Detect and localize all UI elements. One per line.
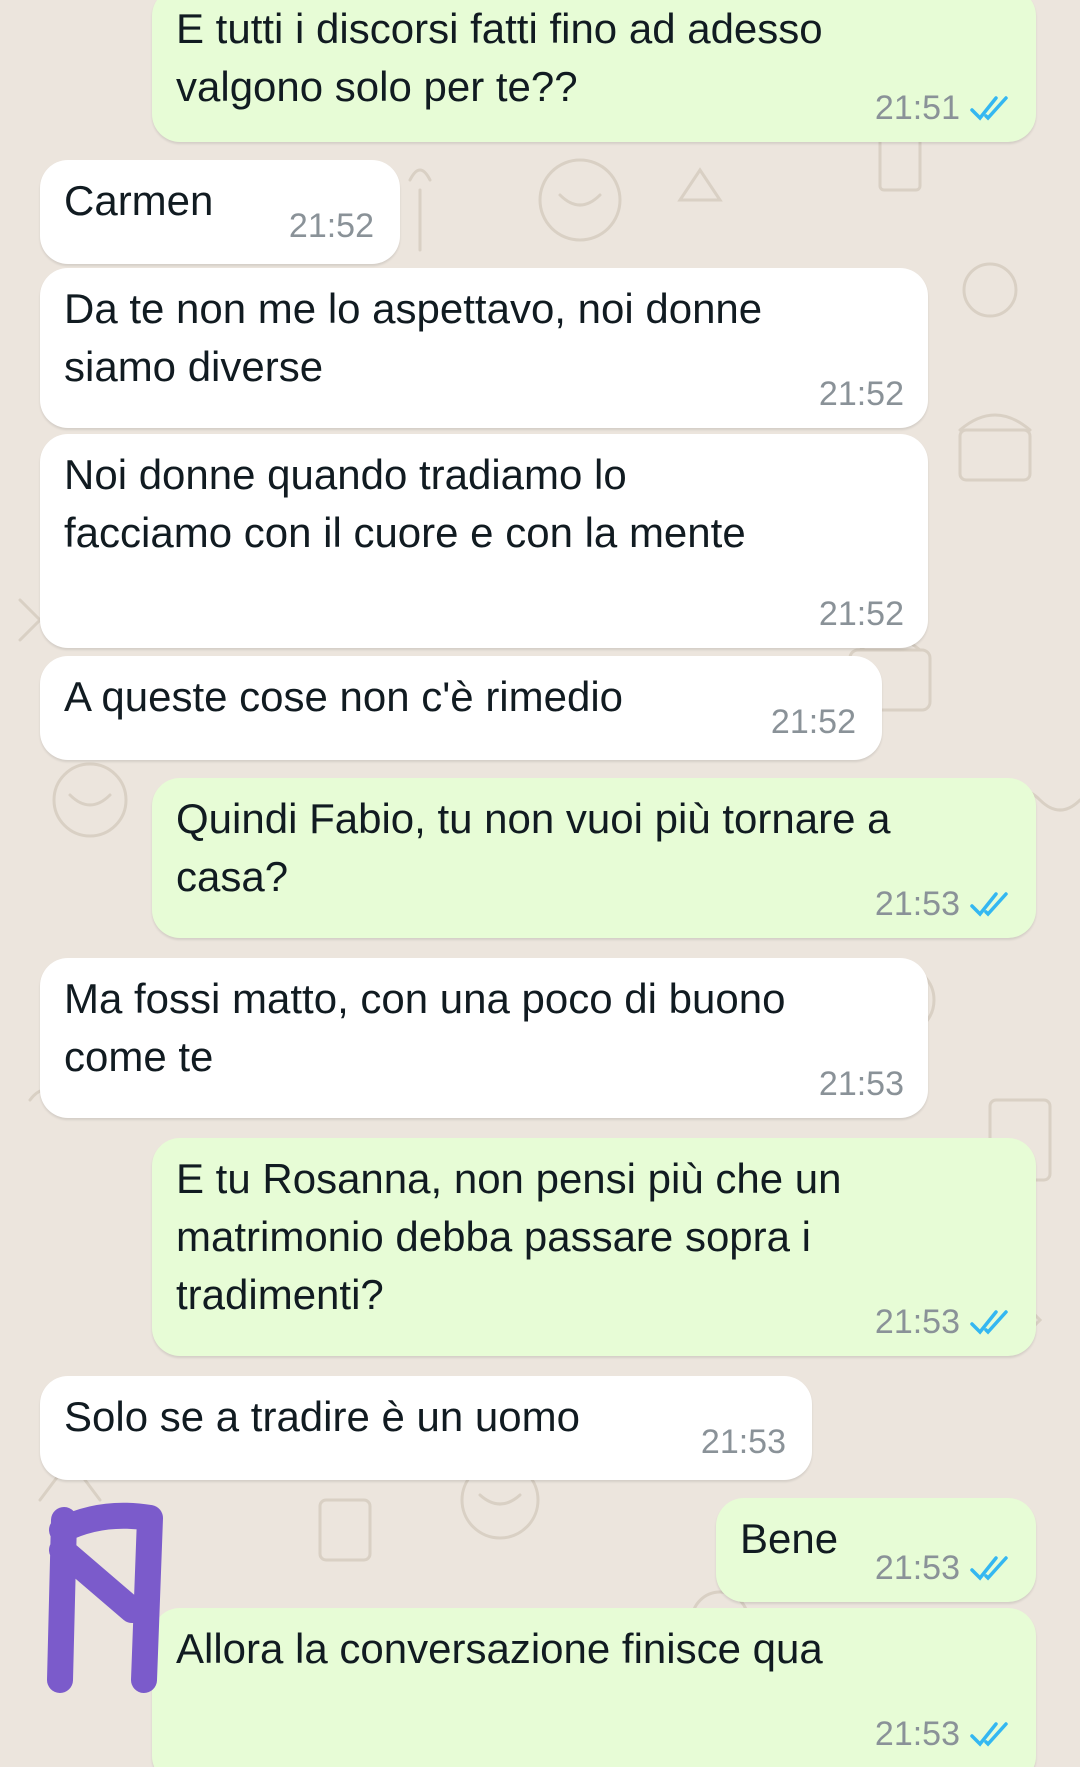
message-time: 21:52: [770, 703, 856, 741]
message-bubble-outgoing[interactable]: Quindi Fabio, tu non vuoi più tornare a …: [152, 778, 1036, 938]
message-time: 21:53: [874, 1549, 960, 1587]
message-bubble-incoming[interactable]: Ma fossi matto, con una poco di buono co…: [40, 958, 928, 1118]
message-time: 21:53: [874, 885, 960, 923]
message-text: A queste cose non c'è rimedio: [64, 673, 624, 720]
message-time: 21:51: [874, 89, 960, 127]
message-meta: 21:52: [819, 595, 904, 634]
message-text: E tu Rosanna, non pensi più che un matri…: [176, 1155, 842, 1318]
message-bubble-outgoing[interactable]: E tu Rosanna, non pensi più che un matri…: [152, 1138, 1036, 1356]
message-bubble-outgoing[interactable]: Bene 21:53: [716, 1498, 1036, 1602]
message-bubble-incoming[interactable]: Da te non me lo aspettavo, noi donne sia…: [40, 268, 928, 428]
message-time: 21:53: [874, 1715, 960, 1753]
message-text: Da te non me lo aspettavo, noi donne sia…: [64, 285, 763, 390]
purple-scribble-mark: [47, 1502, 163, 1693]
message-text: Solo se a tradire è un uomo: [64, 1393, 580, 1440]
message-bubble-outgoing[interactable]: Allora la conversazione finisce qua 21:5…: [152, 1608, 1036, 1767]
double-check-read-icon: [970, 1721, 1008, 1747]
message-meta: 21:53: [875, 885, 1014, 924]
message-meta: 21:53: [701, 1423, 786, 1462]
chat-window: E tutti i discorsi fatti fino ad adesso …: [0, 0, 1080, 1767]
message-bubble-incoming[interactable]: Carmen 21:52: [40, 160, 400, 264]
message-time: 21:53: [818, 1065, 904, 1103]
message-time: 21:53: [700, 1423, 786, 1461]
message-meta: 21:53: [819, 1065, 904, 1104]
double-check-read-icon: [970, 95, 1008, 121]
message-time: 21:52: [818, 375, 904, 413]
message-time: 21:52: [288, 207, 374, 245]
message-text: Ma fossi matto, con una poco di buono co…: [64, 975, 786, 1080]
message-bubble-incoming[interactable]: A queste cose non c'è rimedio 21:52: [40, 656, 882, 760]
message-meta: 21:53: [875, 1715, 1014, 1754]
message-meta: 21:52: [289, 207, 374, 246]
double-check-read-icon: [970, 1555, 1008, 1581]
message-meta: 21:52: [819, 375, 904, 414]
double-check-read-icon: [970, 891, 1008, 917]
message-meta: 21:53: [875, 1549, 1014, 1588]
message-meta: 21:52: [771, 703, 856, 742]
message-bubble-incoming[interactable]: Solo se a tradire è un uomo 21:53: [40, 1376, 812, 1480]
message-time: 21:52: [818, 595, 904, 633]
message-meta: 21:51: [875, 89, 1014, 128]
message-time: 21:53: [874, 1303, 960, 1341]
double-check-read-icon: [970, 1309, 1008, 1335]
message-text: Allora la conversazione finisce qua: [176, 1625, 823, 1672]
message-text: Noi donne quando tradiamo lo facciamo co…: [64, 451, 746, 556]
message-bubble-incoming[interactable]: Noi donne quando tradiamo lo facciamo co…: [40, 434, 928, 648]
message-bubble-outgoing[interactable]: E tutti i discorsi fatti fino ad adesso …: [152, 0, 1036, 142]
message-meta: 21:53: [875, 1303, 1014, 1342]
